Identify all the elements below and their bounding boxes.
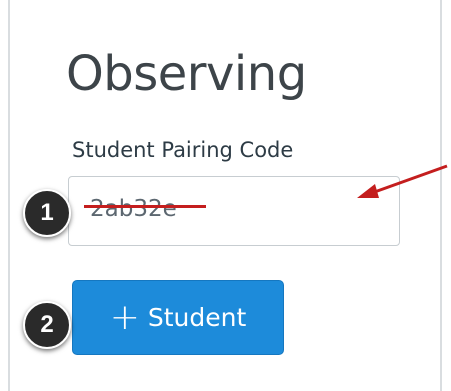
plus-icon: + [109,296,140,338]
strikethrough-annotation [84,205,206,208]
page-title: Observing [66,46,307,102]
pairing-code-label: Student Pairing Code [72,138,294,162]
add-student-button[interactable]: + Student [72,280,284,355]
arrow-annotation [357,164,448,198]
pairing-code-value: 2ab32e [90,196,177,222]
callout-badge-1: 1 [23,189,71,237]
callout-badge-2: 2 [23,301,71,349]
add-student-label: Student [147,303,247,332]
